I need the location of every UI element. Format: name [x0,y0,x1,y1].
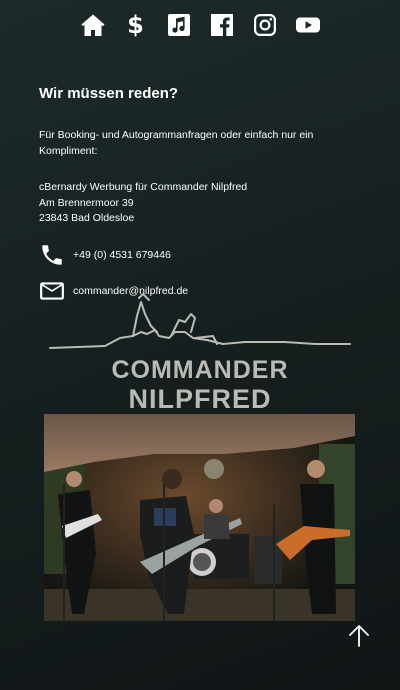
contact-intro: Für Booking- und Autogrammanfragen oder … [39,129,314,157]
scroll-to-top-arrow-icon[interactable] [347,624,371,648]
youtube-link[interactable] [295,12,321,38]
facebook-icon [210,14,233,36]
facebook-link[interactable] [209,12,235,38]
shop-link[interactable]: $ [123,12,149,38]
home-link[interactable] [80,12,106,38]
social-nav: $ [0,12,400,38]
phone-icon [42,245,62,265]
music-link[interactable] [166,12,192,38]
instagram-link[interactable] [252,12,278,38]
band-logo: COMMANDER NILPFRED [49,293,351,414]
postal-address: cBernardy Werbung für Commander Nilpfred… [39,180,247,227]
band-live-photo [44,414,355,621]
hippo-submarine-outline [49,293,351,349]
address-line-2: Am Brennermoor 39 [39,196,134,209]
contact-heading: Wir müssen reden? [39,85,179,102]
address-line-1: cBernardy Werbung für Commander Nilpfred [39,181,248,193]
music-icon [167,14,190,36]
phone-number[interactable]: +49 (0) 4531 679446 [73,249,171,261]
dollar-icon: $ [127,11,144,39]
logo-line-2: NILPFRED [129,384,272,414]
phone-row: +49 (0) 4531 679446 [39,242,171,268]
address-line-3: 23843 Bad Oldesloe [39,212,135,224]
youtube-icon [295,17,320,33]
home-icon [81,14,104,36]
instagram-icon [253,14,276,36]
logo-line-1: COMMANDER [111,356,288,384]
